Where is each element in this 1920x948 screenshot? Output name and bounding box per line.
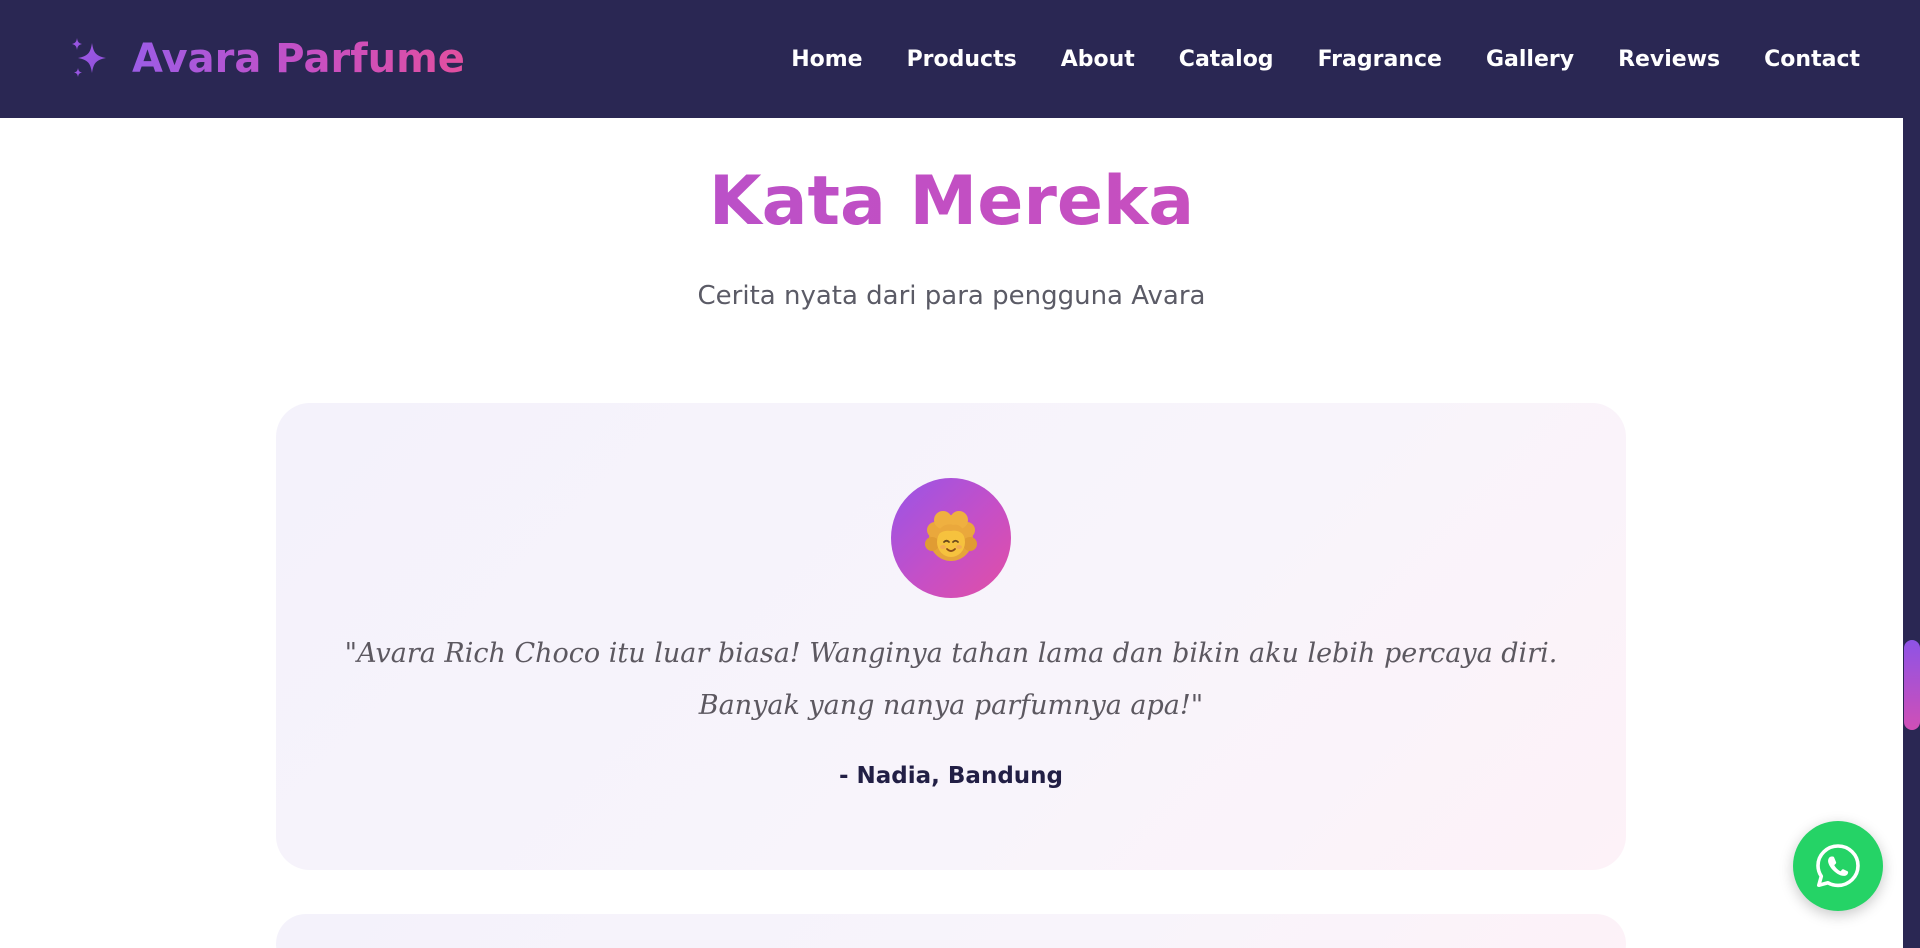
testimonial-card: "Avara Rich Choco itu luar biasa! Wangin… (276, 403, 1626, 870)
testimonial-author: - Nadia, Bandung (838, 763, 1064, 789)
nav-catalog[interactable]: Catalog (1179, 47, 1274, 72)
nav-products[interactable]: Products (907, 47, 1017, 72)
section-title: Kata Mereka (0, 160, 1903, 244)
nav-fragrance[interactable]: Fragrance (1318, 47, 1442, 72)
section-subtitle: Cerita nyata dari para pengguna Avara (697, 281, 1206, 311)
nav-gallery[interactable]: Gallery (1486, 47, 1574, 72)
main-nav: Home Products About Catalog Fragrance Ga… (791, 47, 1860, 72)
quote-line-2: Banyak yang nanya parfumnya apa!" (698, 690, 1204, 721)
scrollbar-track[interactable] (1903, 118, 1920, 948)
quote-line-1: "Avara Rich Choco itu luar biasa! Wangin… (344, 638, 1558, 669)
page: Avara Parfume Home Products About Catalo… (0, 0, 1920, 948)
nav-contact[interactable]: Contact (1764, 47, 1860, 72)
testimonial-card (276, 914, 1626, 948)
nav-about[interactable]: About (1061, 47, 1135, 72)
scrollbar-thumb[interactable] (1904, 640, 1920, 730)
brand-logo[interactable]: Avara Parfume (66, 35, 465, 83)
navbar: Avara Parfume Home Products About Catalo… (0, 0, 1920, 118)
whatsapp-icon (1816, 844, 1860, 888)
avatar (891, 478, 1011, 598)
brand-name: Avara Parfume (132, 36, 465, 82)
nav-home[interactable]: Home (791, 47, 862, 72)
whatsapp-button[interactable] (1793, 821, 1883, 911)
nav-reviews[interactable]: Reviews (1618, 47, 1720, 72)
testimonial-quote: "Avara Rich Choco itu luar biasa! Wangin… (336, 628, 1566, 732)
woman-emoji-icon (925, 511, 977, 561)
sparkles-icon (72, 38, 106, 77)
